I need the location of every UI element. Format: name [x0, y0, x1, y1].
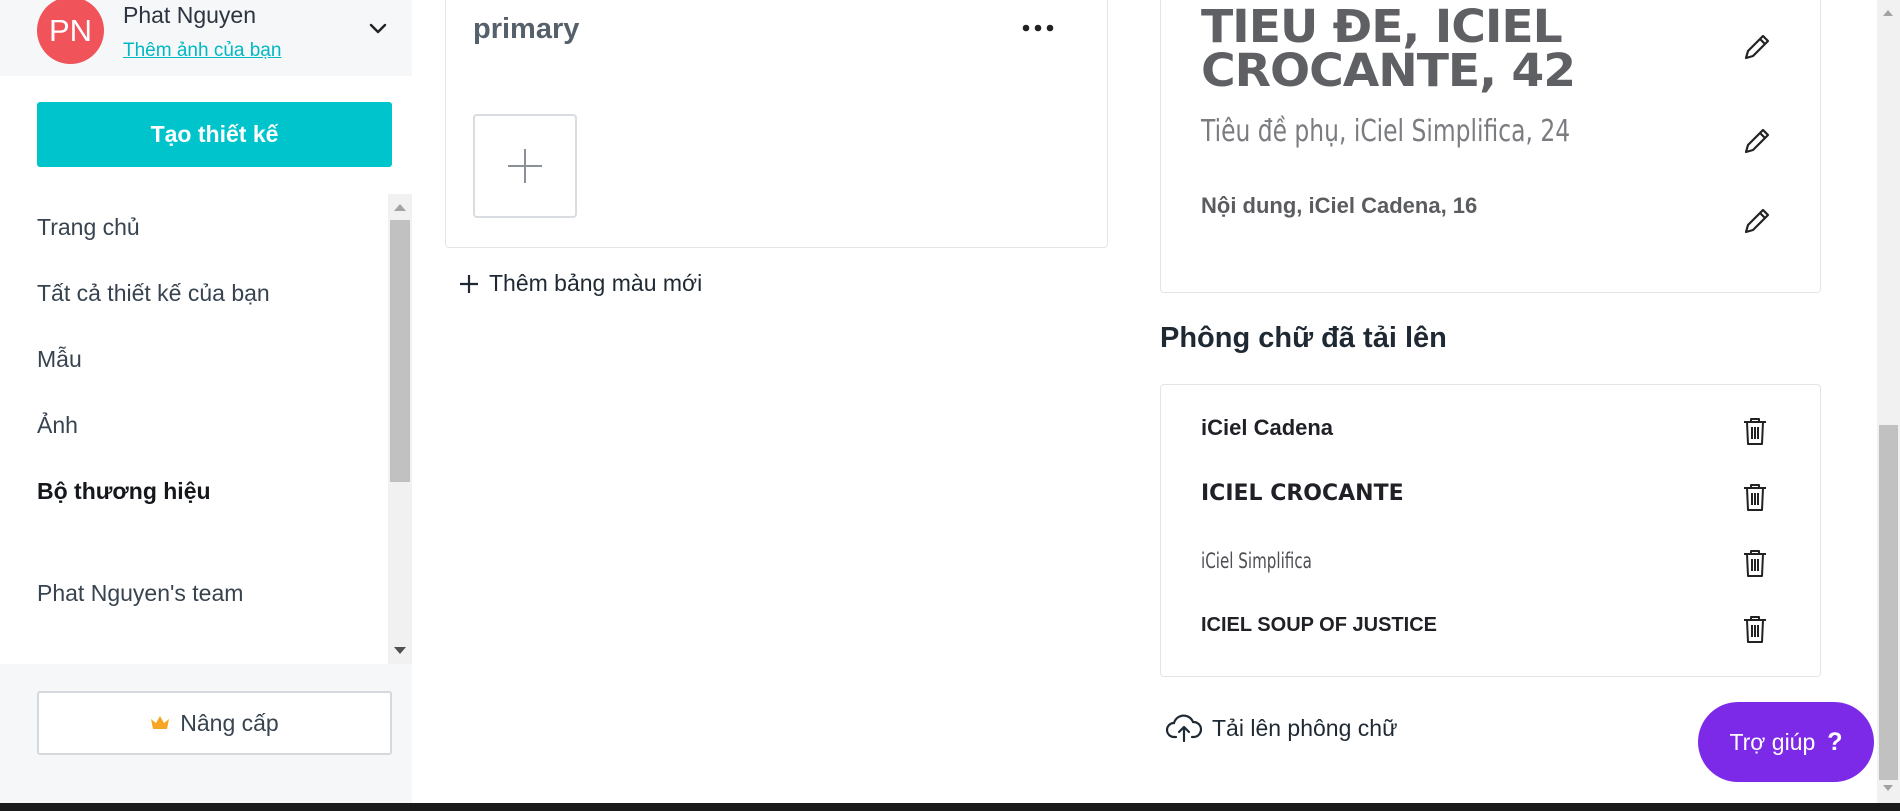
scroll-down-arrow-icon[interactable]	[394, 647, 406, 654]
upgrade-button[interactable]: Nâng cấp	[37, 691, 392, 755]
help-button[interactable]: Trợ giúp ?	[1698, 702, 1874, 782]
sidebar-item-templates[interactable]: Mẫu	[37, 346, 82, 373]
scroll-up-arrow-icon[interactable]	[394, 204, 406, 211]
subheading-font-sample: Tiêu đề phụ, iCiel Simplifica, 24	[1201, 114, 1571, 149]
color-palette-card: primary	[445, 0, 1108, 248]
pencil-icon[interactable]	[1741, 125, 1773, 157]
sidebar-item-all-designs[interactable]: Tất cả thiết kế của bạn	[37, 280, 270, 307]
pencil-icon[interactable]	[1741, 31, 1773, 63]
palette-title: primary	[473, 13, 580, 45]
more-dots-icon[interactable]	[1022, 23, 1054, 33]
scroll-down-arrow-icon[interactable]	[1883, 785, 1893, 791]
upload-font-label: Tải lên phông chữ	[1212, 714, 1398, 741]
sidebar-item-photos[interactable]: Ảnh	[37, 412, 78, 439]
chevron-down-icon[interactable]	[366, 16, 390, 40]
upload-font-button[interactable]: Tải lên phông chữ	[1166, 713, 1397, 743]
scrollbar-thumb[interactable]	[390, 220, 410, 482]
trash-icon[interactable]	[1739, 415, 1771, 447]
plus-icon	[508, 149, 542, 183]
upgrade-label: Nâng cấp	[180, 709, 279, 736]
crown-icon	[151, 716, 170, 729]
plus-icon	[460, 274, 478, 293]
help-label: Trợ giúp	[1729, 728, 1816, 755]
sidebar-scrollbar[interactable]	[388, 194, 412, 664]
scroll-up-arrow-icon[interactable]	[1883, 10, 1893, 16]
cloud-upload-icon	[1166, 714, 1202, 743]
sidebar-nav: Trang chủ Tất cả thiết kế của bạn Mẫu Ản…	[0, 194, 392, 664]
add-palette-button[interactable]: Thêm bảng màu mới	[459, 270, 702, 297]
scrollbar-thumb[interactable]	[1879, 425, 1898, 780]
body-font-sample: Nội dung, iCiel Cadena, 16	[1201, 193, 1478, 218]
profile-name: Phat Nguyen	[123, 2, 256, 28]
uploaded-fonts-card: iCiel Cadena ICIEL CROCANTE iCiel Simpli…	[1160, 384, 1821, 677]
trash-icon[interactable]	[1739, 547, 1771, 579]
profile-header[interactable]: PN Phat Nguyen Thêm ảnh của bạn	[0, 0, 412, 76]
add-photo-link[interactable]: Thêm ảnh của bạn	[123, 40, 281, 62]
uploaded-fonts-heading: Phông chữ đã tải lên	[1160, 322, 1447, 354]
heading-font-sample: TIEU ĐE, ICIEL CROCANTE, 42	[1201, 0, 1576, 97]
page-scrollbar[interactable]	[1877, 0, 1900, 803]
sidebar-item-brand-kit[interactable]: Bộ thương hiệu	[37, 478, 211, 505]
question-mark-icon: ?	[1827, 727, 1843, 756]
trash-icon[interactable]	[1739, 613, 1771, 645]
uploaded-font-name: iCiel Cadena	[1201, 415, 1334, 440]
trash-icon[interactable]	[1739, 481, 1771, 513]
add-palette-label: Thêm bảng màu mới	[489, 270, 703, 296]
add-color-button[interactable]	[473, 114, 577, 218]
uploaded-font-name: ICIEL CROCANTE	[1201, 481, 1404, 506]
taskbar-strip	[0, 803, 1900, 811]
sidebar-item-home[interactable]: Trang chủ	[37, 214, 140, 241]
uploaded-font-name: iCiel Simplifica	[1201, 549, 1312, 573]
sidebar: PN Phat Nguyen Thêm ảnh của bạn Tạo thiế…	[0, 0, 412, 811]
create-design-button[interactable]: Tạo thiết kế	[37, 102, 392, 167]
sidebar-item-team[interactable]: Phat Nguyen's team	[37, 580, 243, 607]
uploaded-font-name: ICIEL SOUP OF JUSTICE	[1201, 614, 1437, 636]
pencil-icon[interactable]	[1741, 205, 1773, 237]
avatar[interactable]: PN	[37, 0, 104, 64]
brand-fonts-card: TIEU ĐE, ICIEL CROCANTE, 42 Tiêu đề phụ,…	[1160, 0, 1821, 293]
